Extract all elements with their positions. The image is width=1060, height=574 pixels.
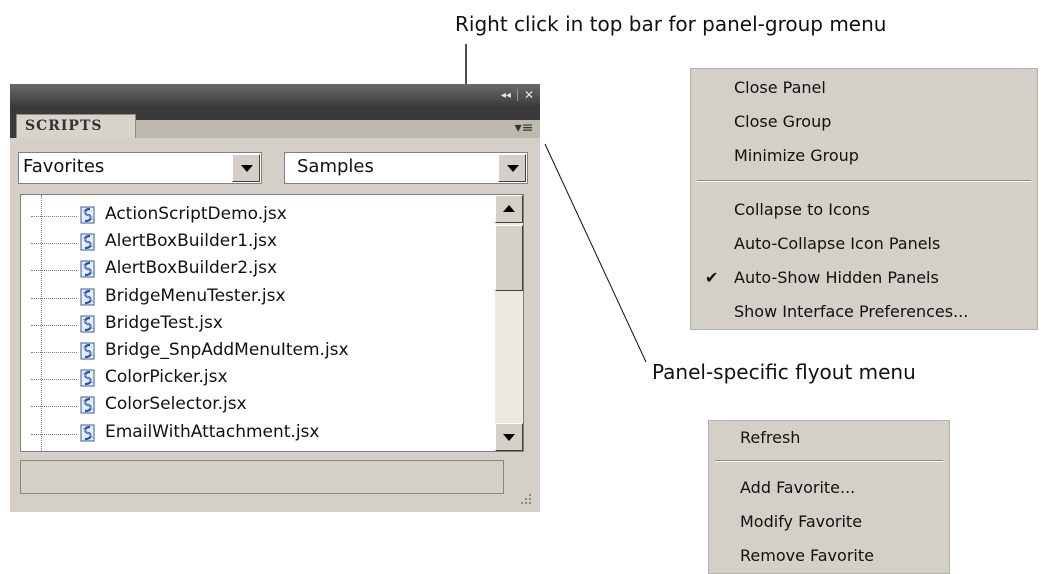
tab-scripts[interactable]: SCRIPTS (16, 114, 136, 138)
menu-item-label: Close Group (734, 112, 832, 131)
menu-item[interactable]: Add Favorite... (709, 473, 949, 503)
menu-item[interactable]: Show Interface Preferences... (691, 297, 1037, 327)
menu-item-label: Modify Favorite (740, 512, 863, 531)
scroll-up-button[interactable] (495, 195, 523, 223)
folder-dropdown-value: Samples (297, 156, 374, 177)
script-file-icon (80, 206, 95, 224)
tree-connector (31, 352, 77, 353)
file-name: BridgeMenuTester.jsx (105, 285, 286, 306)
script-list[interactable]: ActionScriptDemo.jsx AlertBoxBuilder1.jsx… (20, 194, 524, 452)
menu-item-label: Auto-Show Hidden Panels (734, 268, 939, 287)
panel-body: Favorites Samples ActionScriptDemo.jsx Al… (10, 138, 540, 512)
folder-dropdown[interactable]: Samples (284, 152, 528, 184)
menu-separator (697, 180, 1031, 182)
file-name: AlertBoxBuilder2.jsx (105, 258, 278, 279)
tree-connector (31, 324, 77, 326)
menu-item[interactable]: ✔ Auto-Show Hidden Panels (691, 263, 1037, 293)
scroll-down-button[interactable] (495, 423, 523, 451)
collapse-icon[interactable]: ◂◂ (501, 90, 511, 101)
vertical-scrollbar[interactable] (495, 195, 523, 451)
menu-item-label: Add Favorite... (740, 478, 856, 497)
file-name: ColorSelector.jsx (105, 394, 247, 415)
scroll-thumb[interactable] (495, 225, 523, 291)
scripts-panel: ◂◂ ✕ SCRIPTS ▾≡ Favorites Samples Action… (10, 84, 540, 512)
tree-connector (31, 216, 77, 217)
menu-item[interactable]: Remove Favorite (709, 541, 949, 571)
menu-item[interactable]: Close Panel (691, 73, 1037, 103)
checkmark-icon: ✔ (705, 268, 719, 287)
script-file-icon (80, 233, 95, 251)
script-file-icon (80, 369, 95, 387)
file-name: Bridge_SnpAddMenuItem.jsx (105, 340, 349, 360)
script-file-icon (80, 342, 95, 360)
menu-item[interactable]: Collapse to Icons (691, 195, 1037, 225)
tree-guide-line (41, 195, 42, 451)
menu-item[interactable]: Auto-Collapse Icon Panels (691, 229, 1037, 259)
menu-item-label: Close Panel (734, 78, 826, 97)
panel-group-top-bar[interactable]: ◂◂ ✕ (10, 84, 540, 106)
file-name: ColorPicker.jsx (105, 367, 228, 388)
tab-strip (136, 120, 540, 138)
menu-separator (715, 460, 943, 462)
menu-item[interactable]: Close Group (691, 107, 1037, 137)
flyout-menu-icon[interactable]: ▾≡ (514, 120, 534, 136)
script-file-icon (80, 424, 95, 442)
tree-connector (31, 406, 77, 408)
file-name: ActionScriptDemo.jsx (105, 204, 287, 224)
tree-connector (31, 243, 77, 245)
location-dropdown[interactable]: Favorites (18, 152, 262, 184)
menu-item[interactable]: Modify Favorite (709, 507, 949, 537)
tree-connector (31, 270, 77, 272)
panel-flyout-menu: Refresh Add Favorite... Modify Favorite Rem… (708, 420, 950, 574)
panel-group-menu: Close Panel Close Group Minimize Group Coll… (690, 68, 1038, 330)
flyout-callout-line (544, 143, 647, 363)
tree-connector (31, 433, 77, 435)
file-name: AlertBoxBuilder1.jsx (105, 231, 278, 252)
tree-connector (31, 297, 77, 299)
script-file-icon (80, 288, 95, 306)
menu-item[interactable]: Refresh (709, 423, 949, 453)
close-icon[interactable]: ✕ (524, 88, 534, 102)
script-file-icon (80, 315, 95, 333)
menu-item-label: Remove Favorite (740, 546, 874, 565)
tree-connector (31, 379, 77, 381)
script-file-icon (80, 260, 95, 278)
menu-item-label: Collapse to Icons (734, 200, 871, 219)
file-name: BridgeTest.jsx (105, 312, 223, 333)
menu-item[interactable]: Minimize Group (691, 141, 1037, 171)
menu-item-label: Auto-Collapse Icon Panels (734, 234, 941, 253)
location-dropdown-value: Favorites (23, 156, 105, 177)
tab-row: SCRIPTS ▾≡ (10, 106, 540, 138)
chevron-down-icon[interactable] (498, 154, 526, 182)
file-name: EmailWithAttachment.jsx (105, 421, 320, 442)
script-file-icon (80, 396, 95, 414)
menu-item-label: Refresh (740, 428, 801, 447)
chevron-down-icon[interactable] (232, 154, 260, 182)
menu-item-label: Minimize Group (734, 146, 859, 165)
status-bar (20, 460, 504, 494)
topbar-divider (516, 89, 518, 101)
menu-item-label: Show Interface Preferences... (734, 302, 969, 321)
resize-grip-icon[interactable] (518, 492, 532, 506)
